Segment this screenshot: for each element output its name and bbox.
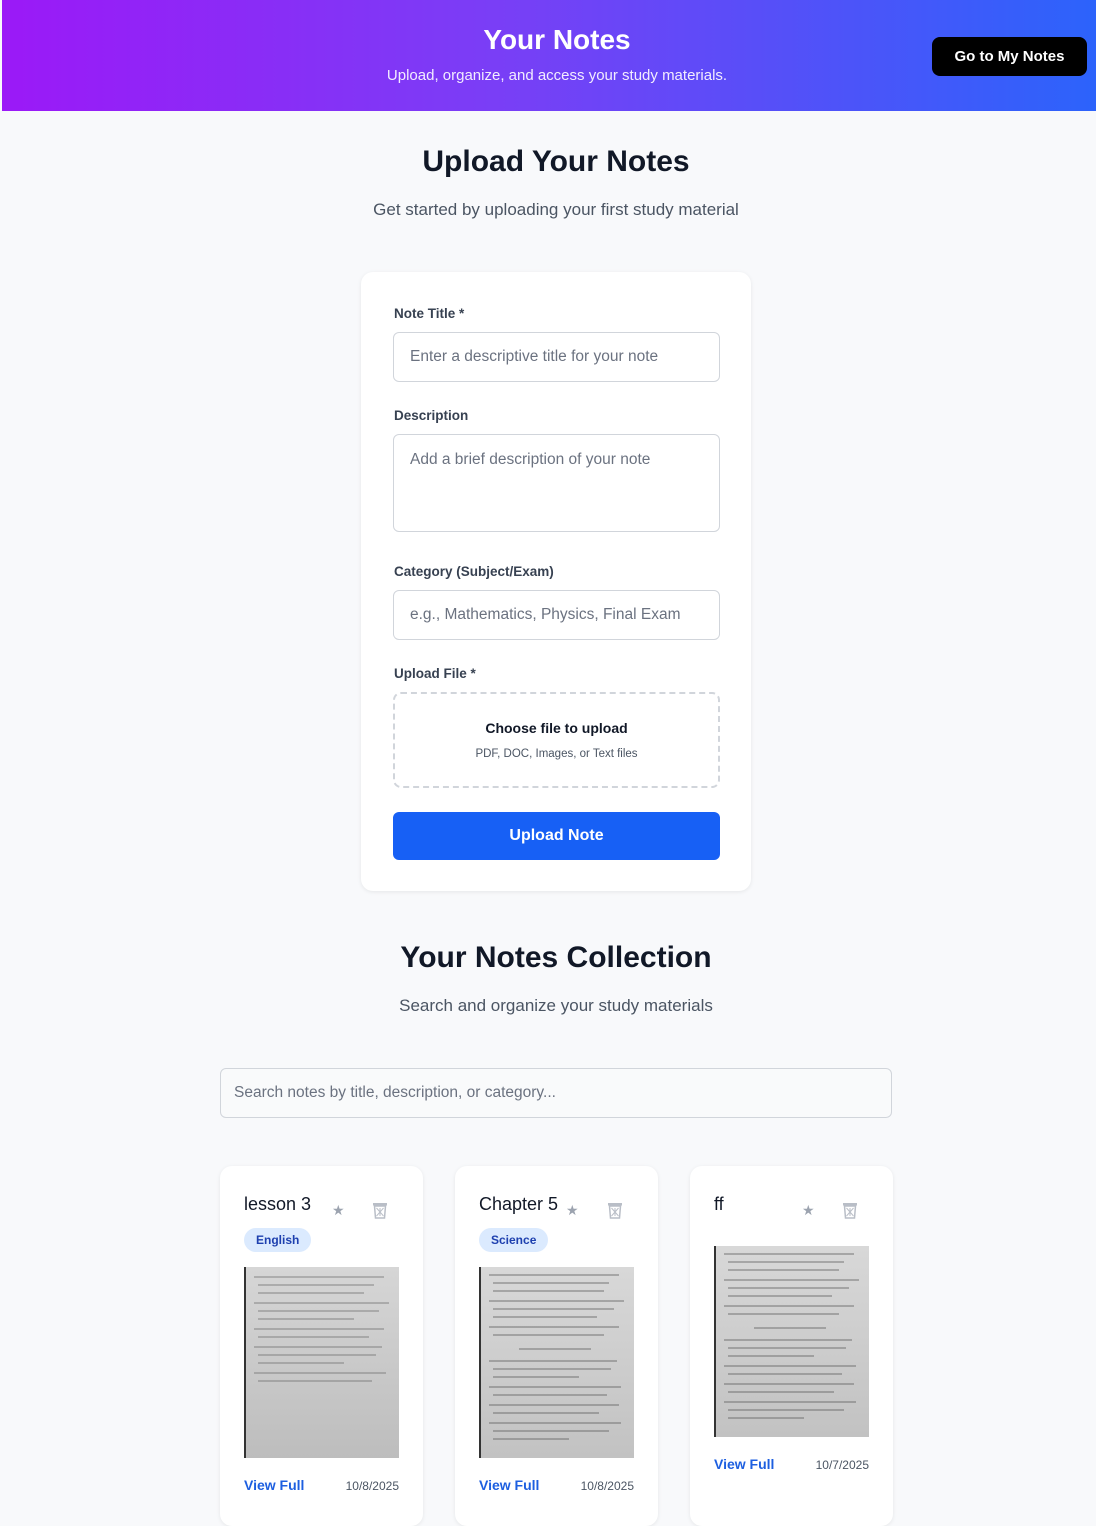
description-label: Description <box>394 408 469 423</box>
description-textarea[interactable]: Add a brief description of your note <box>393 434 720 532</box>
view-full-link[interactable]: View Full <box>714 1456 774 1472</box>
upload-title: Upload Your Notes <box>422 145 690 178</box>
note-card: ff ★ View Full 10/7/2025 <box>690 1166 893 1526</box>
note-thumbnail[interactable] <box>479 1267 634 1458</box>
category-badge: Science <box>479 1228 549 1252</box>
page-header: Your Notes Upload, organize, and access … <box>2 0 1096 111</box>
note-card: Chapter 5 ★ Science View Full 10/8/2025 <box>455 1166 658 1526</box>
note-title: ff <box>714 1194 724 1214</box>
note-title: Chapter 5 <box>479 1194 559 1214</box>
view-full-link[interactable]: View Full <box>244 1477 304 1493</box>
category-label: Category (Subject/Exam) <box>394 564 554 579</box>
file-dropzone[interactable]: Choose file to upload PDF, DOC, Images, … <box>393 692 720 788</box>
upload-file-label: Upload File * <box>394 666 476 681</box>
choose-file-text: Choose file to upload <box>485 720 628 736</box>
notes-search-input[interactable]: Search notes by title, description, or c… <box>220 1068 892 1118</box>
note-date: 10/7/2025 <box>815 1458 869 1472</box>
star-icon[interactable]: ★ <box>566 1202 579 1219</box>
category-badge: English <box>244 1228 312 1252</box>
trash-icon[interactable] <box>841 1201 859 1219</box>
trash-icon[interactable] <box>606 1201 624 1219</box>
upload-form-card: Note Title * Enter a descriptive title f… <box>361 272 751 891</box>
file-types-text: PDF, DOC, Images, or Text files <box>475 748 638 760</box>
note-date: 10/8/2025 <box>345 1479 399 1493</box>
go-to-my-notes-button[interactable]: Go to My Notes <box>932 37 1087 76</box>
note-date: 10/8/2025 <box>580 1479 634 1493</box>
note-card: lesson 3 ★ English View Full 10/8/2025 <box>220 1166 423 1526</box>
note-thumbnail[interactable] <box>244 1267 399 1458</box>
note-title: lesson 3 <box>244 1194 312 1214</box>
trash-icon[interactable] <box>371 1201 389 1219</box>
star-icon[interactable]: ★ <box>332 1202 345 1219</box>
upload-subtitle: Get started by uploading your first stud… <box>373 200 739 219</box>
note-thumbnail[interactable] <box>714 1246 869 1437</box>
note-title-input[interactable]: Enter a descriptive title for your note <box>393 332 720 382</box>
star-icon[interactable]: ★ <box>802 1202 815 1219</box>
view-full-link[interactable]: View Full <box>479 1477 539 1493</box>
collection-title: Your Notes Collection <box>400 941 712 974</box>
collection-subtitle: Search and organize your study materials <box>399 996 713 1015</box>
category-input[interactable]: e.g., Mathematics, Physics, Final Exam <box>393 590 720 640</box>
upload-note-button[interactable]: Upload Note <box>393 812 720 860</box>
note-title-label: Note Title * <box>394 306 465 321</box>
